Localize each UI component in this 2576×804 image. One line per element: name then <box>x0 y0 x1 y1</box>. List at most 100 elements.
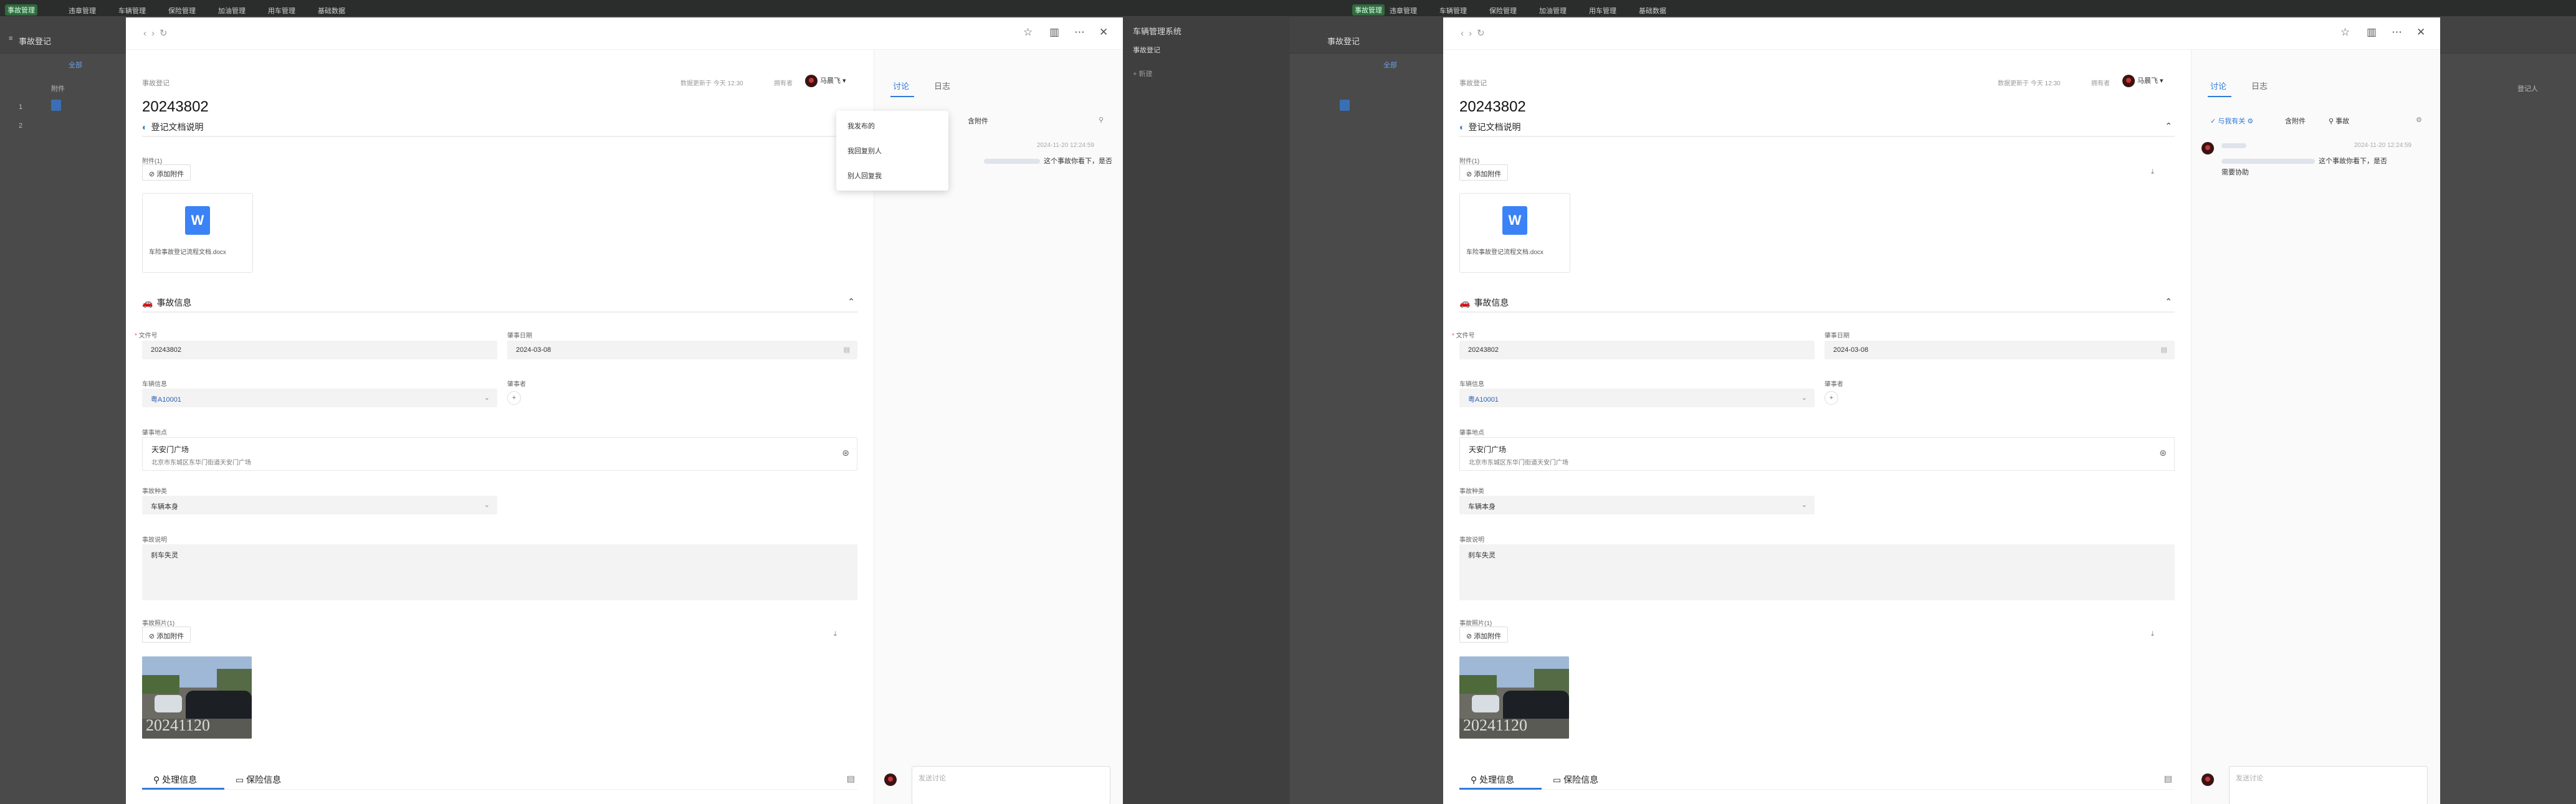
nav-item-accident[interactable]: 事故管理 <box>1352 4 1385 16</box>
filter-has-attachment[interactable]: 含附件 <box>2285 116 2306 126</box>
location-field[interactable]: 天安门广场 北京市东城区东华门街道天安门广场 ⊛ <box>142 437 857 471</box>
nav-item-violation[interactable]: 违章管理 <box>69 6 96 16</box>
record-nav-arrows[interactable]: ‹›↻ <box>1461 27 1490 39</box>
chevron-down-icon: ⌄ <box>1801 501 1807 509</box>
accident-photo[interactable]: 20241120 <box>1459 656 1569 739</box>
sidebar-item-accident[interactable]: 事故登记 <box>1133 45 1160 55</box>
filter-dropdown: 我发布的 我回复别人 别人回复我 <box>836 111 948 191</box>
accident-photo[interactable]: 20241120 <box>142 656 252 739</box>
tab-discussion[interactable]: 讨论 <box>2210 80 2226 92</box>
add-attachment-button[interactable]: ⊘ 添加附件 <box>1459 164 1509 181</box>
tab-insurance[interactable]: ▭ 保险信息 <box>1553 773 1598 786</box>
add-photo-button[interactable]: ⊘ 添加附件 <box>142 627 191 643</box>
top-nav: 事故管理 违章管理 车辆管理 保险管理 加油管理 用车管理 基础数据 <box>1290 0 2576 16</box>
word-file-icon[interactable] <box>51 100 61 111</box>
dropdown-item[interactable]: 我回复别人 <box>847 146 882 156</box>
panel-toggle-icon[interactable]: ▥ <box>1049 26 1059 39</box>
attachment-card[interactable]: W 车险事故登记流程文档.docx <box>1459 193 1570 273</box>
nav-item-usage[interactable]: 用车管理 <box>268 6 295 16</box>
message-time: 2024-11-20 12:24:59 <box>2354 142 2411 149</box>
description-field[interactable]: 刹车失灵 <box>1459 544 2175 600</box>
add-photo-button[interactable]: ⊘ 添加附件 <box>1459 627 1509 643</box>
view-tab-all[interactable]: 全部 <box>69 60 82 70</box>
location-address: 北京市东城区东华门街道天安门广场 <box>151 460 251 466</box>
download-icon[interactable]: ⤓ <box>2151 630 2154 638</box>
more-icon[interactable]: ⋯ <box>1074 26 1085 39</box>
layout-icon[interactable]: ▤ <box>847 773 855 784</box>
chevron-up-icon[interactable]: ⌃ <box>2165 296 2172 307</box>
date-field[interactable]: 2024-03-08 ▤ <box>507 341 857 359</box>
nav-item-insurance[interactable]: 保险管理 <box>168 6 196 16</box>
accident-type-field[interactable]: 车辆本身 ⌄ <box>142 496 497 514</box>
filter-related-to-me[interactable]: ✓ 与我有关 ⚙ <box>2210 116 2253 126</box>
paperclip-icon: ⊘ <box>1466 633 1474 640</box>
owner-selector[interactable]: 马晨飞 ▾ <box>805 75 846 87</box>
collapse-icon[interactable]: ≡ <box>9 35 12 42</box>
panel-toggle-icon[interactable]: ▥ <box>2367 26 2377 39</box>
date-field[interactable]: 2024-03-08 ▤ <box>1825 341 2175 359</box>
section-title: 登记文档说明 <box>151 122 204 132</box>
nav-item-usage[interactable]: 用车管理 <box>1589 6 1616 16</box>
search-field[interactable]: ⚲ 事故 <box>2329 116 2349 126</box>
owner-selector[interactable]: 马晨飞 ▾ <box>2122 75 2163 87</box>
record-nav-arrows[interactable]: ‹›↻ <box>143 27 173 39</box>
close-icon[interactable]: ✕ <box>1099 26 1108 39</box>
nav-item-violation[interactable]: 违章管理 <box>1390 6 1417 16</box>
star-icon[interactable]: ☆ <box>2340 26 2350 39</box>
tab-process[interactable]: ⚲ 处理信息 <box>153 773 197 786</box>
discussion-input[interactable]: 发送讨论 <box>2229 766 2428 804</box>
nav-item-accident[interactable]: 事故管理 <box>5 4 37 16</box>
word-file-icon[interactable] <box>1340 100 1350 111</box>
settings-icon[interactable]: ⚙ <box>2416 116 2422 124</box>
nav-item-vehicle[interactable]: 车辆管理 <box>1439 6 1467 16</box>
doc-no-field[interactable]: 20243802 <box>142 341 497 359</box>
more-icon[interactable]: ⋯ <box>2392 26 2402 39</box>
attachment-card[interactable]: W 车险事故登记流程文档.docx <box>142 193 253 273</box>
tab-insurance[interactable]: ▭ 保险信息 <box>236 773 281 786</box>
tab-log[interactable]: 日志 <box>2251 80 2268 92</box>
chevron-up-icon[interactable]: ⌃ <box>847 296 855 307</box>
filter-has-attachment[interactable]: 含附件 <box>968 116 988 126</box>
nav-item-basedata[interactable]: 基础数据 <box>318 6 345 16</box>
download-icon[interactable]: ⤓ <box>2151 168 2154 176</box>
record-form: 事故登记 20243802 数据更新于 今天 12:30 拥有者 马晨飞 ▾ ◐… <box>126 50 874 804</box>
dropdown-item[interactable]: 我发布的 <box>847 121 875 131</box>
nav-item-basedata[interactable]: 基础数据 <box>1639 6 1666 16</box>
dropdown-item[interactable]: 别人回复我 <box>847 171 882 181</box>
star-icon[interactable]: ☆ <box>1023 26 1033 39</box>
section-title: 事故信息 <box>1474 298 1509 308</box>
tab-label: 保险信息 <box>246 775 282 785</box>
modal-toolbar: ‹›↻ ☆ ▥ ⋯ ✕ <box>126 17 1123 50</box>
add-button[interactable]: + 新建 <box>1133 69 1152 78</box>
breadcrumb[interactable]: 事故登记 <box>1459 78 1487 88</box>
view-tab-all[interactable]: 全部 <box>1383 60 1397 70</box>
nav-item-insurance[interactable]: 保险管理 <box>1489 6 1517 16</box>
download-icon[interactable]: ⤓ <box>834 630 837 638</box>
layout-icon[interactable]: ▤ <box>2164 773 2172 784</box>
chevron-up-icon[interactable]: ⌃ <box>2165 121 2172 131</box>
tab-process[interactable]: ⚲ 处理信息 <box>1471 773 1514 786</box>
add-attachment-button[interactable]: ⊘ 添加附件 <box>142 164 191 181</box>
close-icon[interactable]: ✕ <box>2416 26 2425 39</box>
button-label: 添加附件 <box>1474 171 1502 178</box>
add-driver-button[interactable]: + <box>507 391 521 405</box>
location-field[interactable]: 天安门广场 北京市东城区东华门街道天安门广场 ⊛ <box>1459 437 2175 471</box>
nav-item-vehicle[interactable]: 车辆管理 <box>118 6 146 16</box>
vehicle-field[interactable]: 粤A10001 ⌄ <box>1459 389 1815 407</box>
tab-log[interactable]: 日志 <box>934 80 950 92</box>
nav-item-fuel[interactable]: 加油管理 <box>218 6 246 16</box>
sender-blur <box>2221 143 2246 148</box>
doc-no-field[interactable]: 20243802 <box>1459 341 1815 359</box>
discussion-input[interactable]: 发送讨论 <box>912 766 1110 804</box>
compass-icon[interactable]: ⊛ <box>2159 448 2167 458</box>
tab-discussion[interactable]: 讨论 <box>893 80 909 92</box>
add-driver-button[interactable]: + <box>1825 391 1838 405</box>
search-icon[interactable]: ⚲ <box>1099 116 1104 124</box>
accident-type-field[interactable]: 车辆本身 ⌄ <box>1459 496 1815 514</box>
vehicle-field[interactable]: 粤A10001 ⌄ <box>142 389 497 407</box>
nav-item-fuel[interactable]: 加油管理 <box>1539 6 1567 16</box>
breadcrumb[interactable]: 事故登记 <box>142 78 169 88</box>
compass-icon[interactable]: ⊛ <box>842 448 849 458</box>
description-field[interactable]: 刹车失灵 <box>142 544 857 600</box>
button-label: 添加附件 <box>1474 633 1502 640</box>
